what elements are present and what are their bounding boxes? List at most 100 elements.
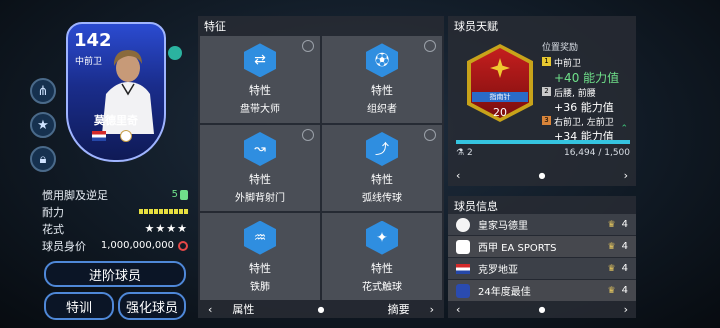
player-stats: 惯用脚及逆足 5 耐力 花式 ★★★★ 球员身价 1,000,000,000 [42,186,188,254]
bonus-title: 位置奖励 [542,43,579,53]
skill-label: 花式 [42,222,64,236]
trait-type: 特性 [249,172,271,186]
talent-pager: ‹ ● › [448,168,636,182]
real-madrid-icon [456,217,470,232]
pager-dot-icon: ● [538,304,546,314]
pager-right-label[interactable]: 摘要 [388,301,410,317]
trait-cell[interactable]: ✦ 特性花式触球 [322,213,442,300]
bonus-positions: 后腰, 前腰 [554,89,596,99]
chevron-left-icon[interactable]: ‹ [208,303,212,316]
trait-type: 特性 [371,261,393,275]
crown-icon: ♛ [607,241,616,252]
stamina-row: 耐力 [42,203,188,220]
dribble-icon: ⇄ [244,43,276,78]
pager-dot-icon: ● [317,304,325,314]
chevron-right-icon[interactable]: › [624,303,628,316]
trait-cell[interactable]: ↝ 特性外脚背射门 [200,124,320,212]
info-label: 西甲 EA SPORTS [478,243,557,254]
trait-type: 特性 [371,172,393,186]
chevron-right-icon[interactable]: › [624,169,628,182]
skill-stars: ★★★★ [144,222,188,235]
upgrade-arrows-icon: ⌃ [620,124,628,134]
talent-progress-bar [456,140,630,144]
share-icon[interactable]: ⋔ [30,78,56,104]
pager-dot-icon: ● [538,170,546,180]
talent-title: 球员天赋 [454,20,498,33]
foot-label: 惯用脚及逆足 [42,188,108,202]
chevron-right-icon[interactable]: › [430,303,434,316]
talent-badge-label: 指南针 [472,92,528,102]
foot-row: 惯用脚及逆足 5 [42,186,188,203]
stamina-label: 耐力 [42,205,64,219]
real-madrid-crest-icon [120,130,132,142]
info-count: 4 [621,285,628,296]
trait-cell[interactable]: ⤴ 特性弧线传球 [322,124,442,212]
talent-badge-level: 20 [493,106,507,119]
rank-3-icon: 3 [542,116,551,125]
value-row: 球员身价 1,000,000,000 [42,237,188,254]
flask-icon: ⚗ [456,148,465,158]
rank-2-icon: 2 [542,87,551,96]
trait-name: 组织者 [367,104,397,116]
trait-cell[interactable]: ⚽︎ 特性组织者 [322,36,442,123]
player-card[interactable]: 142 中前卫 莫德里奇 [66,22,166,162]
player-value: 1,000,000,000 [100,240,174,251]
side-actions: ⋔ ★ 🔒︎ [30,78,58,180]
bonus-value: +40 能力值 [554,71,620,85]
trick-touch-icon: ✦ [366,220,398,255]
favorite-star-icon[interactable]: ★ [30,112,56,138]
trait-name: 花式触球 [362,281,402,293]
talent-body: 指南针 20 位置奖励 1 中前卫 +40 能力值 2 后腰, 前腰 +36 能力值… [448,34,636,146]
trait-name: 外脚背射门 [235,192,285,204]
traits-grid: ⇄ 特性 盘带大师 ⚽︎ 特性 组织者 ↝ 特性 外脚背射门 ⤴ 特性 弧线传球 ♒ 特性 铁肺 ✦… [200,36,442,300]
enhance-player-button[interactable]: 强化球员 [118,292,186,320]
trait-indicator-icon [424,128,436,141]
info-label: 皇家马德里 [478,221,528,232]
trait-name: 铁肺 [250,281,270,293]
info-pager: ‹ ● › [448,302,636,316]
outside-shot-icon: ↝ [244,131,276,166]
laliga-icon [456,239,470,254]
advance-player-button[interactable]: 进阶球员 [44,261,186,287]
trait-indicator-icon [424,40,436,52]
lock-icon[interactable]: 🔒︎ [30,146,56,172]
traits-title: 特征 [204,20,226,33]
info-row[interactable]: 克罗地亚 ♛ 4 [448,258,636,279]
card-badges [92,130,132,142]
chevron-left-icon[interactable]: ‹ [456,169,460,182]
playmaker-icon: ⚽︎ [366,43,398,78]
info-row[interactable]: 皇家马德里 ♛ 4 [448,214,636,235]
curve-pass-icon: ⤴ [366,131,398,166]
crown-icon: ♛ [607,285,616,296]
talent-count: 2 [466,148,473,158]
trait-type: 特性 [249,261,271,275]
skill-row: 花式 ★★★★ [42,220,188,237]
trait-indicator-icon [302,128,314,141]
info-count: 4 [621,263,628,274]
croatia-flag-icon [456,263,470,274]
trait-type: 特性 [249,84,271,98]
value-label: 球员身价 [42,239,86,253]
bonus-row: 2 后腰, 前腰 +36 能力值 [542,86,636,115]
info-row[interactable]: 西甲 EA SPORTS ♛ 4 [448,236,636,257]
trait-type: 特性 [371,84,393,98]
lungs-icon: ♒ [244,220,276,255]
trait-cell[interactable]: ⇄ 特性 盘带大师 [200,36,320,123]
trait-name: 弧线传球 [362,192,402,204]
kit-icon[interactable] [168,46,182,60]
trait-cell[interactable]: ♒ 特性铁肺 [200,213,320,300]
bonus-row: 1 中前卫 +40 能力值 [542,56,636,86]
foot-value: 5 [172,189,188,200]
crown-icon: ♛ [607,219,616,230]
pager-left-label[interactable]: 属性 [232,301,254,317]
trait-indicator-icon [302,40,314,52]
info-title: 球员信息 [454,200,498,213]
player-name: 莫德里奇 [94,114,138,127]
info-row[interactable]: 24年度最佳 ♛ 4 [448,280,636,301]
special-training-button[interactable]: 特训 [44,292,114,320]
bonus-value: +36 能力值 [554,101,614,114]
stamina-bar [139,209,188,214]
boot-icon [180,189,188,200]
croatia-flag-icon [92,131,106,141]
chevron-left-icon[interactable]: ‹ [456,303,460,316]
